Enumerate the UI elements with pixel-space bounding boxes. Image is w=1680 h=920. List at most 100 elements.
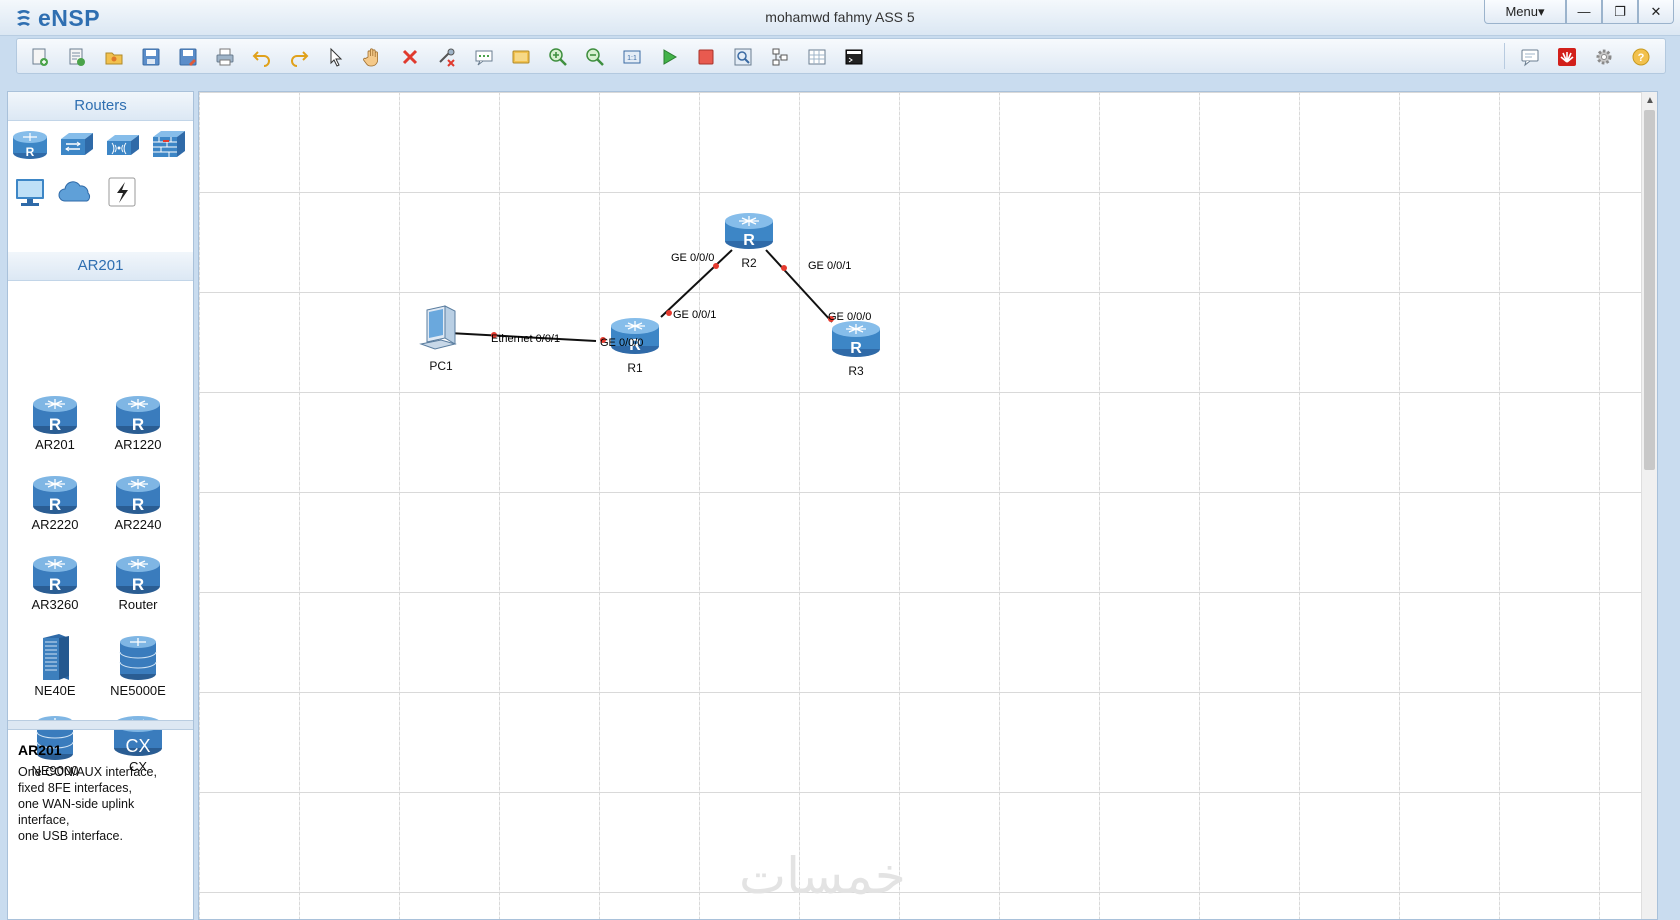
- svg-text:R: R: [132, 495, 144, 514]
- firewall-category-icon: [153, 131, 185, 157]
- firewall-category[interactable]: [148, 124, 188, 164]
- device-item-label: AR1220: [114, 437, 162, 452]
- settings-button[interactable]: [1585, 42, 1622, 71]
- open-button[interactable]: [95, 42, 132, 71]
- iface-label-r2-ge000: GE 0/0/0: [671, 252, 715, 264]
- router-device-icon: R: [33, 476, 77, 514]
- switch-category[interactable]: [56, 124, 96, 164]
- iface-label-r3-ge000: GE 0/0/0: [828, 311, 872, 323]
- new-topology-button[interactable]: [21, 42, 58, 71]
- undo-button[interactable]: [243, 42, 280, 71]
- device-item-ar2220[interactable]: R AR2220: [13, 472, 97, 550]
- port-dot: [781, 265, 787, 271]
- stop-device-button[interactable]: [687, 42, 724, 71]
- new-topology-icon: [32, 48, 48, 66]
- router-device-icon: R: [116, 476, 160, 514]
- topology-button[interactable]: [761, 42, 798, 71]
- router-category[interactable]: R: [10, 124, 50, 164]
- cloud-category[interactable]: [56, 172, 96, 212]
- svg-text:R: R: [49, 415, 61, 434]
- switch-category-icon: [61, 133, 93, 155]
- start-device-button[interactable]: [650, 42, 687, 71]
- window-controls: Menu▾ — ❐ ✕: [1484, 0, 1674, 24]
- zoom-in-icon: [548, 47, 567, 66]
- device-item-router[interactable]: R Router: [96, 552, 180, 630]
- minimize-button[interactable]: —: [1566, 0, 1602, 24]
- fit-view-button[interactable]: 1:1: [613, 42, 650, 71]
- svg-text:R: R: [49, 575, 61, 594]
- topology-canvas[interactable]: PC1 R R1 R R2 R R3 Ethernet 0/0/1 GE 0/0…: [198, 91, 1658, 920]
- redo-button[interactable]: [280, 42, 317, 71]
- link-category[interactable]: [102, 172, 142, 212]
- router-icon: R: [611, 318, 659, 354]
- menu-button[interactable]: Menu▾: [1484, 0, 1566, 24]
- pan-button[interactable]: [354, 42, 391, 71]
- chat-button[interactable]: [1511, 42, 1548, 71]
- open-icon: [105, 52, 122, 64]
- iface-label-r1-ge001: GE 0/0/1: [673, 309, 717, 321]
- node-label-pc1: PC1: [429, 359, 453, 373]
- description-title: AR201: [18, 742, 62, 758]
- fit-view-icon: 1:1: [623, 50, 640, 63]
- print-icon: [216, 48, 233, 65]
- new-example-button[interactable]: [58, 42, 95, 71]
- router-device-icon: R: [33, 556, 77, 594]
- zoom-out-button[interactable]: [576, 42, 613, 71]
- console-icon: [845, 49, 862, 64]
- chassis-device-icon: [43, 634, 69, 680]
- iface-label-r1-ge000: GE 0/0/0: [600, 337, 644, 349]
- scroll-thumb[interactable]: [1644, 110, 1655, 470]
- topology-icon: [772, 48, 787, 65]
- node-pc1[interactable]: PC1: [417, 304, 465, 373]
- select-button[interactable]: [317, 42, 354, 71]
- end-device-category[interactable]: [10, 172, 50, 212]
- save-button[interactable]: [132, 42, 169, 71]
- zoom-out-icon: [585, 47, 604, 66]
- device-item-ne5000e[interactable]: NE5000E: [96, 632, 180, 710]
- grid-icon: [808, 49, 825, 64]
- pc-icon: [419, 305, 457, 350]
- device-item-ar2240[interactable]: R AR2240: [96, 472, 180, 550]
- help-button[interactable]: ?: [1622, 42, 1659, 71]
- text-note-button[interactable]: [465, 42, 502, 71]
- delete-button[interactable]: [391, 42, 428, 71]
- node-r3[interactable]: R R3: [831, 317, 881, 378]
- router-device-icon: R: [116, 396, 160, 434]
- restore-button[interactable]: ❐: [1602, 0, 1638, 24]
- capture-button[interactable]: [724, 42, 761, 71]
- delete-link-button[interactable]: [428, 42, 465, 71]
- main-toolbar: 1:1 ?: [16, 38, 1666, 74]
- iface-label-pc1-eth: Ethernet 0/0/1: [491, 333, 561, 345]
- console-button[interactable]: [835, 42, 872, 71]
- router-category-icon: R: [13, 131, 47, 159]
- print-button[interactable]: [206, 42, 243, 71]
- device-item-ar201[interactable]: R AR201: [13, 392, 97, 470]
- undo-icon: [252, 50, 270, 67]
- grid-button[interactable]: [798, 42, 835, 71]
- save-as-button[interactable]: [169, 42, 206, 71]
- device-item-ar1220[interactable]: R AR1220: [96, 392, 180, 470]
- node-r2[interactable]: R R2: [724, 209, 774, 270]
- panel-divider[interactable]: [8, 720, 193, 730]
- cloud-category-icon: [58, 181, 91, 202]
- select-icon: [330, 47, 342, 67]
- huawei-button[interactable]: [1548, 42, 1585, 71]
- description-body: One CON/AUX interface, fixed 8FE interfa…: [18, 765, 157, 843]
- wlan-category[interactable]: [102, 124, 142, 164]
- palette-icon: [512, 50, 529, 63]
- topology-links: [448, 249, 834, 343]
- svg-text:R: R: [49, 495, 61, 514]
- node-label-r3: R3: [848, 364, 864, 378]
- stop-device-icon: [698, 49, 713, 64]
- toolbar-separator: [1504, 43, 1505, 69]
- palette-button[interactable]: [502, 42, 539, 71]
- end-device-category-icon: [16, 179, 44, 206]
- scroll-up-arrow-icon[interactable]: ▲: [1642, 92, 1657, 108]
- close-button[interactable]: ✕: [1638, 0, 1674, 24]
- settings-icon: [1596, 49, 1611, 64]
- save-as-icon: [179, 48, 196, 66]
- device-item-ar3260[interactable]: R AR3260: [13, 552, 97, 630]
- device-item-ne40e[interactable]: NE40E: [13, 632, 97, 710]
- vertical-scrollbar[interactable]: ▲: [1641, 92, 1657, 919]
- zoom-in-button[interactable]: [539, 42, 576, 71]
